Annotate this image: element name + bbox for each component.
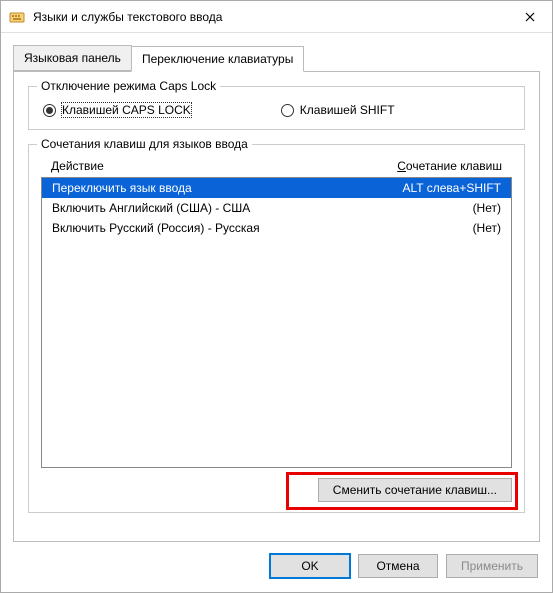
hotkeys-group-title: Сочетания клавиш для языков ввода [37,137,252,151]
capslock-group-title: Отключение режима Caps Lock [37,79,220,93]
header-combo: Сочетание клавиш [397,159,502,173]
list-row[interactable]: Включить Английский (США) - США (Нет) [42,198,511,218]
hotkey-listbox[interactable]: Переключить язык ввода ALT слева+SHIFT В… [41,177,512,468]
content-area: Языковая панель Переключение клавиатуры … [1,33,552,542]
row-combo: ALT слева+SHIFT [403,181,502,195]
dialog-footer: OK Отмена Применить [1,542,552,592]
list-row[interactable]: Включить Русский (Россия) - Русская (Нет… [42,218,511,238]
change-hotkey-button[interactable]: Сменить сочетание клавиш... [318,478,512,502]
hotkeys-group: Сочетания клавиш для языков ввода Действ… [28,144,525,513]
radio-icon [43,104,56,117]
row-combo: (Нет) [473,201,501,215]
apply-button: Применить [446,554,538,578]
tab-keyboard-switch[interactable]: Переключение клавиатуры [131,46,304,72]
dialog-window: Языки и службы текстового ввода Языковая… [0,0,553,593]
row-combo: (Нет) [473,221,501,235]
row-action: Включить Русский (Россия) - Русская [52,221,260,235]
titlebar: Языки и службы текстового ввода [1,1,552,33]
header-action: Действие [51,159,104,173]
radio-icon [281,104,294,117]
row-action: Переключить язык ввода [52,181,192,195]
ok-button[interactable]: OK [270,554,350,578]
close-button[interactable] [507,2,552,32]
list-row[interactable]: Переключить язык ввода ALT слева+SHIFT [42,178,511,198]
radio-capslock[interactable]: Клавишей CAPS LOCK [43,103,191,117]
change-button-row: Сменить сочетание клавиш... [41,478,512,502]
window-title: Языки и службы текстового ввода [33,10,507,24]
app-icon [9,9,25,25]
tabstrip: Языковая панель Переключение клавиатуры [13,45,540,71]
radio-shift-label: Клавишей SHIFT [300,103,395,117]
row-action: Включить Английский (США) - США [52,201,250,215]
radio-shift[interactable]: Клавишей SHIFT [281,103,395,117]
cancel-button[interactable]: Отмена [358,554,438,578]
capslock-radios: Клавишей CAPS LOCK Клавишей SHIFT [41,99,512,119]
capslock-group: Отключение режима Caps Lock Клавишей CAP… [28,86,525,130]
radio-capslock-label: Клавишей CAPS LOCK [62,103,191,117]
tab-panel: Отключение режима Caps Lock Клавишей CAP… [13,71,540,542]
list-header: Действие Сочетание клавиш [41,157,512,177]
tab-language-bar[interactable]: Языковая панель [13,45,132,71]
